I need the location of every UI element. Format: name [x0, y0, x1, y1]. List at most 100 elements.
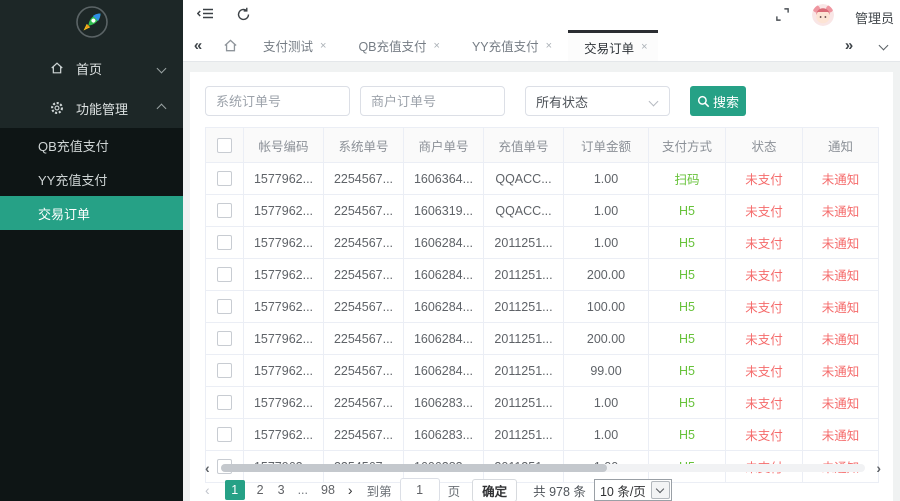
jump-prefix-label: 到第 [367, 481, 392, 500]
select-all-checkbox[interactable] [217, 138, 232, 153]
row-checkbox[interactable] [217, 395, 232, 410]
page-button-3[interactable]: 3 [278, 483, 285, 497]
tabbar: « 支付测试 × QB充值支付 × YY充值支付 × 交易订单 × » [183, 30, 900, 62]
search-button[interactable]: 搜索 [690, 86, 746, 116]
row-checkbox[interactable] [217, 203, 232, 218]
cell-pay-method: H5 [649, 355, 726, 387]
sidebar-fold-icon[interactable] [197, 7, 214, 20]
sidebar: 首页 功能管理 QB充值支付 YY充值支付 交易订单 [0, 0, 183, 501]
tab-actions-chevron-icon[interactable] [866, 42, 900, 49]
cell-status: 未支付 [726, 419, 803, 451]
jump-page-input[interactable] [400, 478, 440, 501]
close-icon[interactable]: × [320, 40, 326, 52]
tab-trade-orders[interactable]: 交易订单 × [568, 30, 657, 61]
tabs-scroll-right-icon[interactable]: » [832, 37, 866, 54]
sidebar-subitem-label: YY充值支付 [38, 170, 107, 189]
select-arrow-icon [651, 481, 670, 499]
merchant-order-input[interactable] [360, 86, 505, 116]
table-scroll-row: ‹ › [205, 460, 881, 476]
row-checkbox[interactable] [217, 331, 232, 346]
cell-recharge-no: 2011251... [484, 323, 564, 355]
cell-system-no: 2254567... [324, 259, 404, 291]
col-notice: 通知 [803, 128, 879, 163]
col-pay-method: 支付方式 [649, 128, 726, 163]
table-row: 1577962... 2254567... 1606284... 2011251… [206, 259, 879, 291]
cell-system-no: 2254567... [324, 355, 404, 387]
tab-pay-test[interactable]: 支付测试 × [247, 30, 336, 61]
cell-recharge-no: 2011251... [484, 355, 564, 387]
system-order-input[interactable] [205, 86, 350, 116]
status-select[interactable]: 所有状态 [525, 86, 670, 116]
scroll-right-icon[interactable]: › [876, 460, 881, 476]
cell-account-code: 1577962... [244, 323, 324, 355]
page-button-2[interactable]: 2 [257, 483, 264, 497]
cell-merchant-no: 1606364... [404, 163, 484, 195]
sidebar-subitem-qb-pay[interactable]: QB充值支付 [0, 128, 183, 162]
search-button-label: 搜索 [713, 92, 739, 111]
tab-label: YY充值支付 [472, 36, 539, 55]
app-logo[interactable] [0, 0, 183, 48]
scroll-left-icon[interactable]: ‹ [205, 460, 210, 476]
cell-amount: 100.00 [564, 291, 649, 323]
chevron-down-icon [649, 97, 659, 107]
close-icon[interactable]: × [641, 41, 647, 53]
sidebar-item-home[interactable]: 首页 [0, 48, 183, 88]
tab-qb-pay[interactable]: QB充值支付 × [342, 30, 450, 61]
cell-notice: 未通知 [803, 195, 879, 227]
col-merchant-no: 商户单号 [404, 128, 484, 163]
cell-notice: 未通知 [803, 419, 879, 451]
row-checkbox[interactable] [217, 299, 232, 314]
pagination: ‹ 1 2 3 ... 98 › 到第 页 确定 共 978 条 10 条/页 [205, 478, 672, 501]
cell-amount: 200.00 [564, 323, 649, 355]
close-icon[interactable]: × [546, 40, 552, 52]
tab-yy-pay[interactable]: YY充值支付 × [456, 30, 562, 61]
cell-pay-method: H5 [649, 323, 726, 355]
cell-pay-method: H5 [649, 291, 726, 323]
close-icon[interactable]: × [434, 40, 440, 52]
fullscreen-icon[interactable] [775, 7, 790, 22]
cell-notice: 未通知 [803, 323, 879, 355]
page-button-98[interactable]: 98 [321, 483, 335, 497]
status-select-value: 所有状态 [536, 92, 588, 111]
cell-notice: 未通知 [803, 227, 879, 259]
user-avatar[interactable] [812, 4, 834, 26]
page-next-icon[interactable]: › [348, 482, 353, 498]
username-label[interactable]: 管理员 [855, 8, 894, 27]
cell-system-no: 2254567... [324, 195, 404, 227]
cell-amount: 1.00 [564, 227, 649, 259]
sidebar-subitem-trade-orders[interactable]: 交易订单 [0, 196, 183, 230]
cell-system-no: 2254567... [324, 323, 404, 355]
page-size-select[interactable]: 10 条/页 [594, 479, 672, 501]
row-checkbox[interactable] [217, 363, 232, 378]
horizontal-scrollbar-thumb[interactable] [221, 464, 607, 472]
jump-confirm-button[interactable]: 确定 [472, 479, 517, 501]
app-window: 首页 功能管理 QB充值支付 YY充值支付 交易订单 [0, 0, 900, 501]
row-checkbox[interactable] [217, 267, 232, 282]
row-checkbox[interactable] [217, 427, 232, 442]
horizontal-scrollbar-track[interactable] [221, 464, 865, 472]
page-prev-icon[interactable]: ‹ [205, 482, 210, 498]
page-button-1[interactable]: 1 [225, 480, 245, 500]
row-checkbox[interactable] [217, 171, 232, 186]
table-header-row: 帐号编码 系统单号 商户单号 充值单号 订单金额 支付方式 状态 通知 [206, 128, 879, 163]
sidebar-item-function-mgmt[interactable]: 功能管理 [0, 88, 183, 128]
cell-notice: 未通知 [803, 355, 879, 387]
refresh-icon[interactable] [236, 7, 251, 22]
cell-notice: 未通知 [803, 387, 879, 419]
cell-merchant-no: 1606284... [404, 259, 484, 291]
chevron-down-icon [157, 63, 167, 73]
tab-label: 交易订单 [584, 38, 634, 57]
gear-icon [50, 101, 64, 115]
table-row: 1577962... 2254567... 1606364... QQACC..… [206, 163, 879, 195]
cell-recharge-no: QQACC... [484, 163, 564, 195]
tabs-scroll-left-icon[interactable]: « [183, 30, 213, 61]
tab-home[interactable] [213, 30, 247, 61]
cell-merchant-no: 1606283... [404, 387, 484, 419]
sidebar-subitem-yy-pay[interactable]: YY充值支付 [0, 162, 183, 196]
col-recharge-no: 充值单号 [484, 128, 564, 163]
table-row: 1577962... 2254567... 1606284... 2011251… [206, 291, 879, 323]
row-checkbox[interactable] [217, 235, 232, 250]
sidebar-subitem-label: 交易订单 [38, 204, 90, 223]
cell-status: 未支付 [726, 259, 803, 291]
cell-pay-method: H5 [649, 387, 726, 419]
